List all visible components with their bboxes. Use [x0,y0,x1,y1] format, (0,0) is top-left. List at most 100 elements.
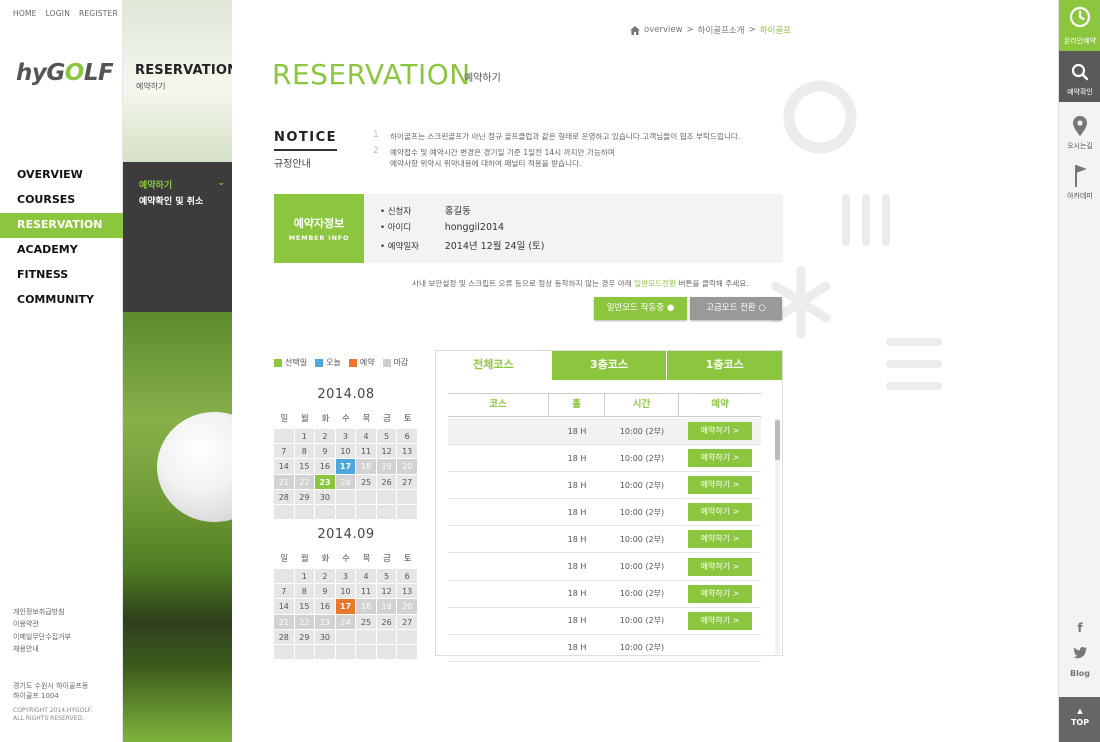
online-reservation-button[interactable]: 온라인예약 [1059,0,1100,51]
calendar-day[interactable]: 9 [315,444,336,460]
submenu-item-confirm-cancel[interactable]: 예약확인 및 취소 [139,194,203,207]
normal-mode-button[interactable]: 일반모드 작동중 ● [594,297,687,320]
calendar-day[interactable]: 19 [376,599,398,615]
calendar-day[interactable]: 21 [274,614,295,630]
calendar-day[interactable]: 24 [335,614,357,630]
scroll-top-button[interactable]: ▲ TOP [1059,697,1100,742]
calendar-day[interactable]: 16 [315,599,336,615]
calendar-day[interactable]: 3 [335,429,357,445]
calendar-day[interactable]: 10 [335,584,357,600]
calendar-day[interactable]: 30 [315,629,336,645]
calendar-day[interactable]: 5 [376,429,398,445]
reservation-check-button[interactable]: 예약확인 [1059,51,1100,102]
login-link[interactable]: LOGIN [46,9,70,18]
calendar-day[interactable]: 5 [376,569,398,585]
calendar-day[interactable]: 18 [356,459,377,475]
reserve-button[interactable]: 예약하기 > [688,584,752,603]
menu-item-community[interactable]: COMMUNITY [0,288,123,313]
calendar-day[interactable]: 20 [397,459,418,475]
calendar-day[interactable]: 17 [335,459,357,475]
calendar-day[interactable]: 25 [356,614,377,630]
calendar-day[interactable]: 23 [315,614,336,630]
privacy-policy-link[interactable]: 개인정보취급방침 [13,606,71,618]
calendar-day[interactable]: 19 [376,459,398,475]
calendar-day[interactable]: 23 [315,474,336,490]
calendar-day[interactable]: 8 [294,584,316,600]
calendar-day[interactable]: 29 [294,489,316,505]
menu-item-courses[interactable]: COURSES [0,188,123,213]
calendar-day[interactable]: 25 [356,474,377,490]
calendar-day[interactable]: 14 [274,459,295,475]
calendar-day[interactable]: 22 [294,614,316,630]
calendar-day[interactable]: 28 [274,489,295,505]
calendar-day[interactable]: 3 [335,569,357,585]
reserve-button[interactable]: 예약하기 > [688,611,752,630]
reserve-button[interactable]: 예약하기 > [688,503,752,522]
twitter-icon[interactable] [1059,645,1100,661]
hygolf-logo[interactable]: hyGOLF [16,60,114,86]
calendar-day[interactable]: 26 [376,474,398,490]
tab-all-courses[interactable]: 전체코스 [436,351,551,380]
reserve-button[interactable]: 예약하기 > [688,530,752,549]
calendar-day[interactable]: 27 [397,474,418,490]
advanced-mode-button[interactable]: 고급모드 전환 ○ [690,297,782,320]
menu-item-academy[interactable]: ACADEMY [0,238,123,263]
breadcrumb-item[interactable]: overview [644,25,683,35]
register-link[interactable]: REGISTER [79,9,118,18]
calendar-day[interactable]: 6 [397,569,418,585]
calendar-day[interactable]: 7 [274,584,295,600]
calendar-day[interactable]: 21 [274,474,295,490]
menu-item-overview[interactable]: OVERVIEW [0,163,123,188]
calendar-day[interactable]: 2 [315,429,336,445]
calendar-day[interactable]: 7 [274,444,295,460]
calendar-day[interactable]: 16 [315,459,336,475]
menu-item-fitness[interactable]: FITNESS [0,263,123,288]
reserve-button[interactable]: 예약하기 > [688,476,752,495]
menu-item-reservation[interactable]: RESERVATION [0,213,123,238]
calendar-day[interactable]: 30 [315,489,336,505]
calendar-day[interactable]: 1 [294,429,316,445]
calendar-day[interactable]: 17 [335,599,357,615]
facebook-icon[interactable]: f [1059,621,1100,637]
calendar-day[interactable]: 12 [376,584,398,600]
calendar-day[interactable]: 20 [397,599,418,615]
calendar-day[interactable]: 12 [376,444,398,460]
home-link[interactable]: HOME [13,9,37,18]
blog-link[interactable]: Blog [1059,669,1100,681]
calendar-day[interactable]: 6 [397,429,418,445]
tab-3f-courses[interactable]: 3층코스 [550,351,667,380]
calendar-day[interactable]: 1 [294,569,316,585]
calendar-day[interactable]: 10 [335,444,357,460]
calendar-day[interactable]: 29 [294,629,316,645]
reserve-button[interactable]: 예약하기 > [688,449,752,468]
directions-button[interactable]: 오시는길 [1059,110,1100,160]
calendar-day[interactable]: 24 [335,474,357,490]
calendar-day[interactable]: 15 [294,599,316,615]
calendar-day[interactable]: 11 [356,444,377,460]
calendar-day[interactable]: 4 [356,569,377,585]
scrollbar-thumb[interactable] [775,420,780,460]
calendar-day[interactable]: 18 [356,599,377,615]
academy-button[interactable]: 아카데미 [1059,160,1100,210]
calendar-day[interactable]: 15 [294,459,316,475]
calendar-day[interactable]: 26 [376,614,398,630]
submenu-item-reserve[interactable]: 예약하기 ⌄ [139,178,225,191]
calendar-day[interactable]: 11 [356,584,377,600]
calendar-day[interactable]: 8 [294,444,316,460]
recruit-link[interactable]: 채용안내 [13,643,71,655]
calendar-day[interactable]: 27 [397,614,418,630]
calendar-day[interactable]: 22 [294,474,316,490]
email-refusal-link[interactable]: 이메일무단수집거부 [13,631,71,643]
reserve-button[interactable]: 예약하기 > [688,422,752,441]
breadcrumb-item[interactable]: 하이골프소개 [698,24,745,36]
home-icon[interactable] [630,25,640,35]
calendar-day[interactable]: 14 [274,599,295,615]
calendar-day[interactable]: 9 [315,584,336,600]
calendar-day[interactable]: 13 [397,444,418,460]
reserve-button[interactable]: 예약하기 > [688,557,752,576]
terms-link[interactable]: 이용약관 [13,618,71,630]
calendar-day[interactable]: 13 [397,584,418,600]
calendar-day[interactable]: 4 [356,429,377,445]
calendar-day[interactable]: 28 [274,629,295,645]
tab-1f-courses[interactable]: 1층코스 [666,351,783,380]
